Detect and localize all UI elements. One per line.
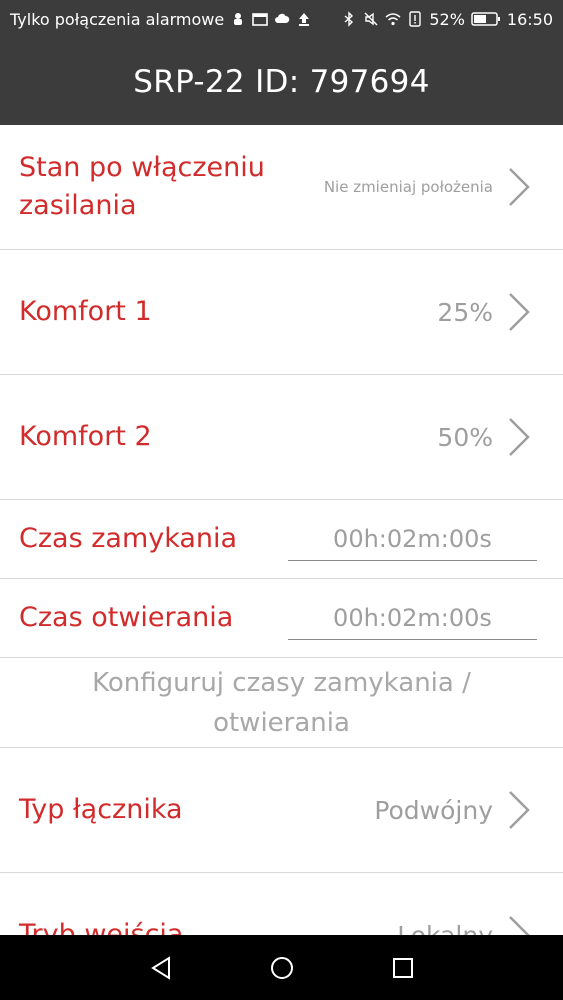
setting-value: Lokalny <box>397 920 493 936</box>
setting-value: Nie zmieniaj położenia <box>323 178 493 196</box>
upload-icon <box>296 10 312 28</box>
setting-label: Komfort 1 <box>19 296 152 327</box>
chevron-right-icon <box>507 914 531 935</box>
chevron-right-icon <box>507 416 531 458</box>
setting-value: Podwójny <box>374 795 493 825</box>
status-bar: Tylko połączenia alarmowe 52% 16:50 <box>0 0 563 38</box>
battery-percent: 52% <box>429 9 465 29</box>
setting-row-comfort2[interactable]: Komfort 2 50% <box>0 375 563 500</box>
setting-value: 25% <box>437 297 493 327</box>
setting-value: 50% <box>437 422 493 452</box>
closing-time-input[interactable] <box>288 517 537 561</box>
battery-icon <box>471 10 501 28</box>
carrier-text: Tylko połączenia alarmowe <box>10 9 225 29</box>
setting-row-comfort1[interactable]: Komfort 1 25% <box>0 250 563 375</box>
clock: 16:50 <box>506 9 553 29</box>
status-right: 52% 16:50 <box>341 10 553 29</box>
screen: Tylko połączenia alarmowe 52% 16:50 SRP-… <box>0 0 563 1000</box>
setting-row-power-on-state[interactable]: Stan po włączeniu zasilania Nie zmieniaj… <box>0 125 563 250</box>
app-bar: SRP-22 ID: 797694 <box>0 38 563 125</box>
status-left: Tylko połączenia alarmowe <box>10 10 312 29</box>
gallery-icon <box>252 10 269 28</box>
back-icon[interactable] <box>141 948 181 988</box>
setting-label: Stan po włączeniu zasilania <box>19 152 265 221</box>
setting-label: Czas otwierania <box>19 602 234 633</box>
setting-row-input-mode[interactable]: Tryb wejścia Lokalny <box>0 873 563 935</box>
configure-times-button[interactable]: Konfiguruj czasy zamykania / otwierania <box>0 658 563 748</box>
setting-row-closing-time: Czas zamykania <box>0 500 563 579</box>
recents-icon[interactable] <box>383 948 423 988</box>
chevron-right-icon <box>507 291 531 333</box>
wifi-icon <box>385 10 401 28</box>
cloud-icon <box>274 10 290 28</box>
setting-label: Czas zamykania <box>19 523 238 554</box>
usb-debug-icon <box>230 10 246 28</box>
bluetooth-icon <box>341 10 357 28</box>
opening-time-input[interactable] <box>288 596 537 640</box>
setting-label: Komfort 2 <box>19 421 152 452</box>
configure-times-label: Konfiguruj czasy zamykania / otwierania <box>92 667 471 738</box>
settings-list[interactable]: Stan po włączeniu zasilania Nie zmieniaj… <box>0 125 563 935</box>
mute-icon <box>363 10 379 28</box>
setting-label: Tryb wejścia <box>19 919 184 935</box>
page-title: SRP-22 ID: 797694 <box>133 63 430 100</box>
setting-label: Typ łącznika <box>19 794 183 825</box>
navigation-bar <box>0 935 563 1000</box>
chevron-right-icon <box>507 789 531 831</box>
alert-icon <box>407 10 423 28</box>
setting-row-opening-time: Czas otwierania <box>0 579 563 658</box>
home-icon[interactable] <box>262 948 302 988</box>
setting-row-switch-type[interactable]: Typ łącznika Podwójny <box>0 748 563 873</box>
chevron-right-icon <box>507 166 531 208</box>
